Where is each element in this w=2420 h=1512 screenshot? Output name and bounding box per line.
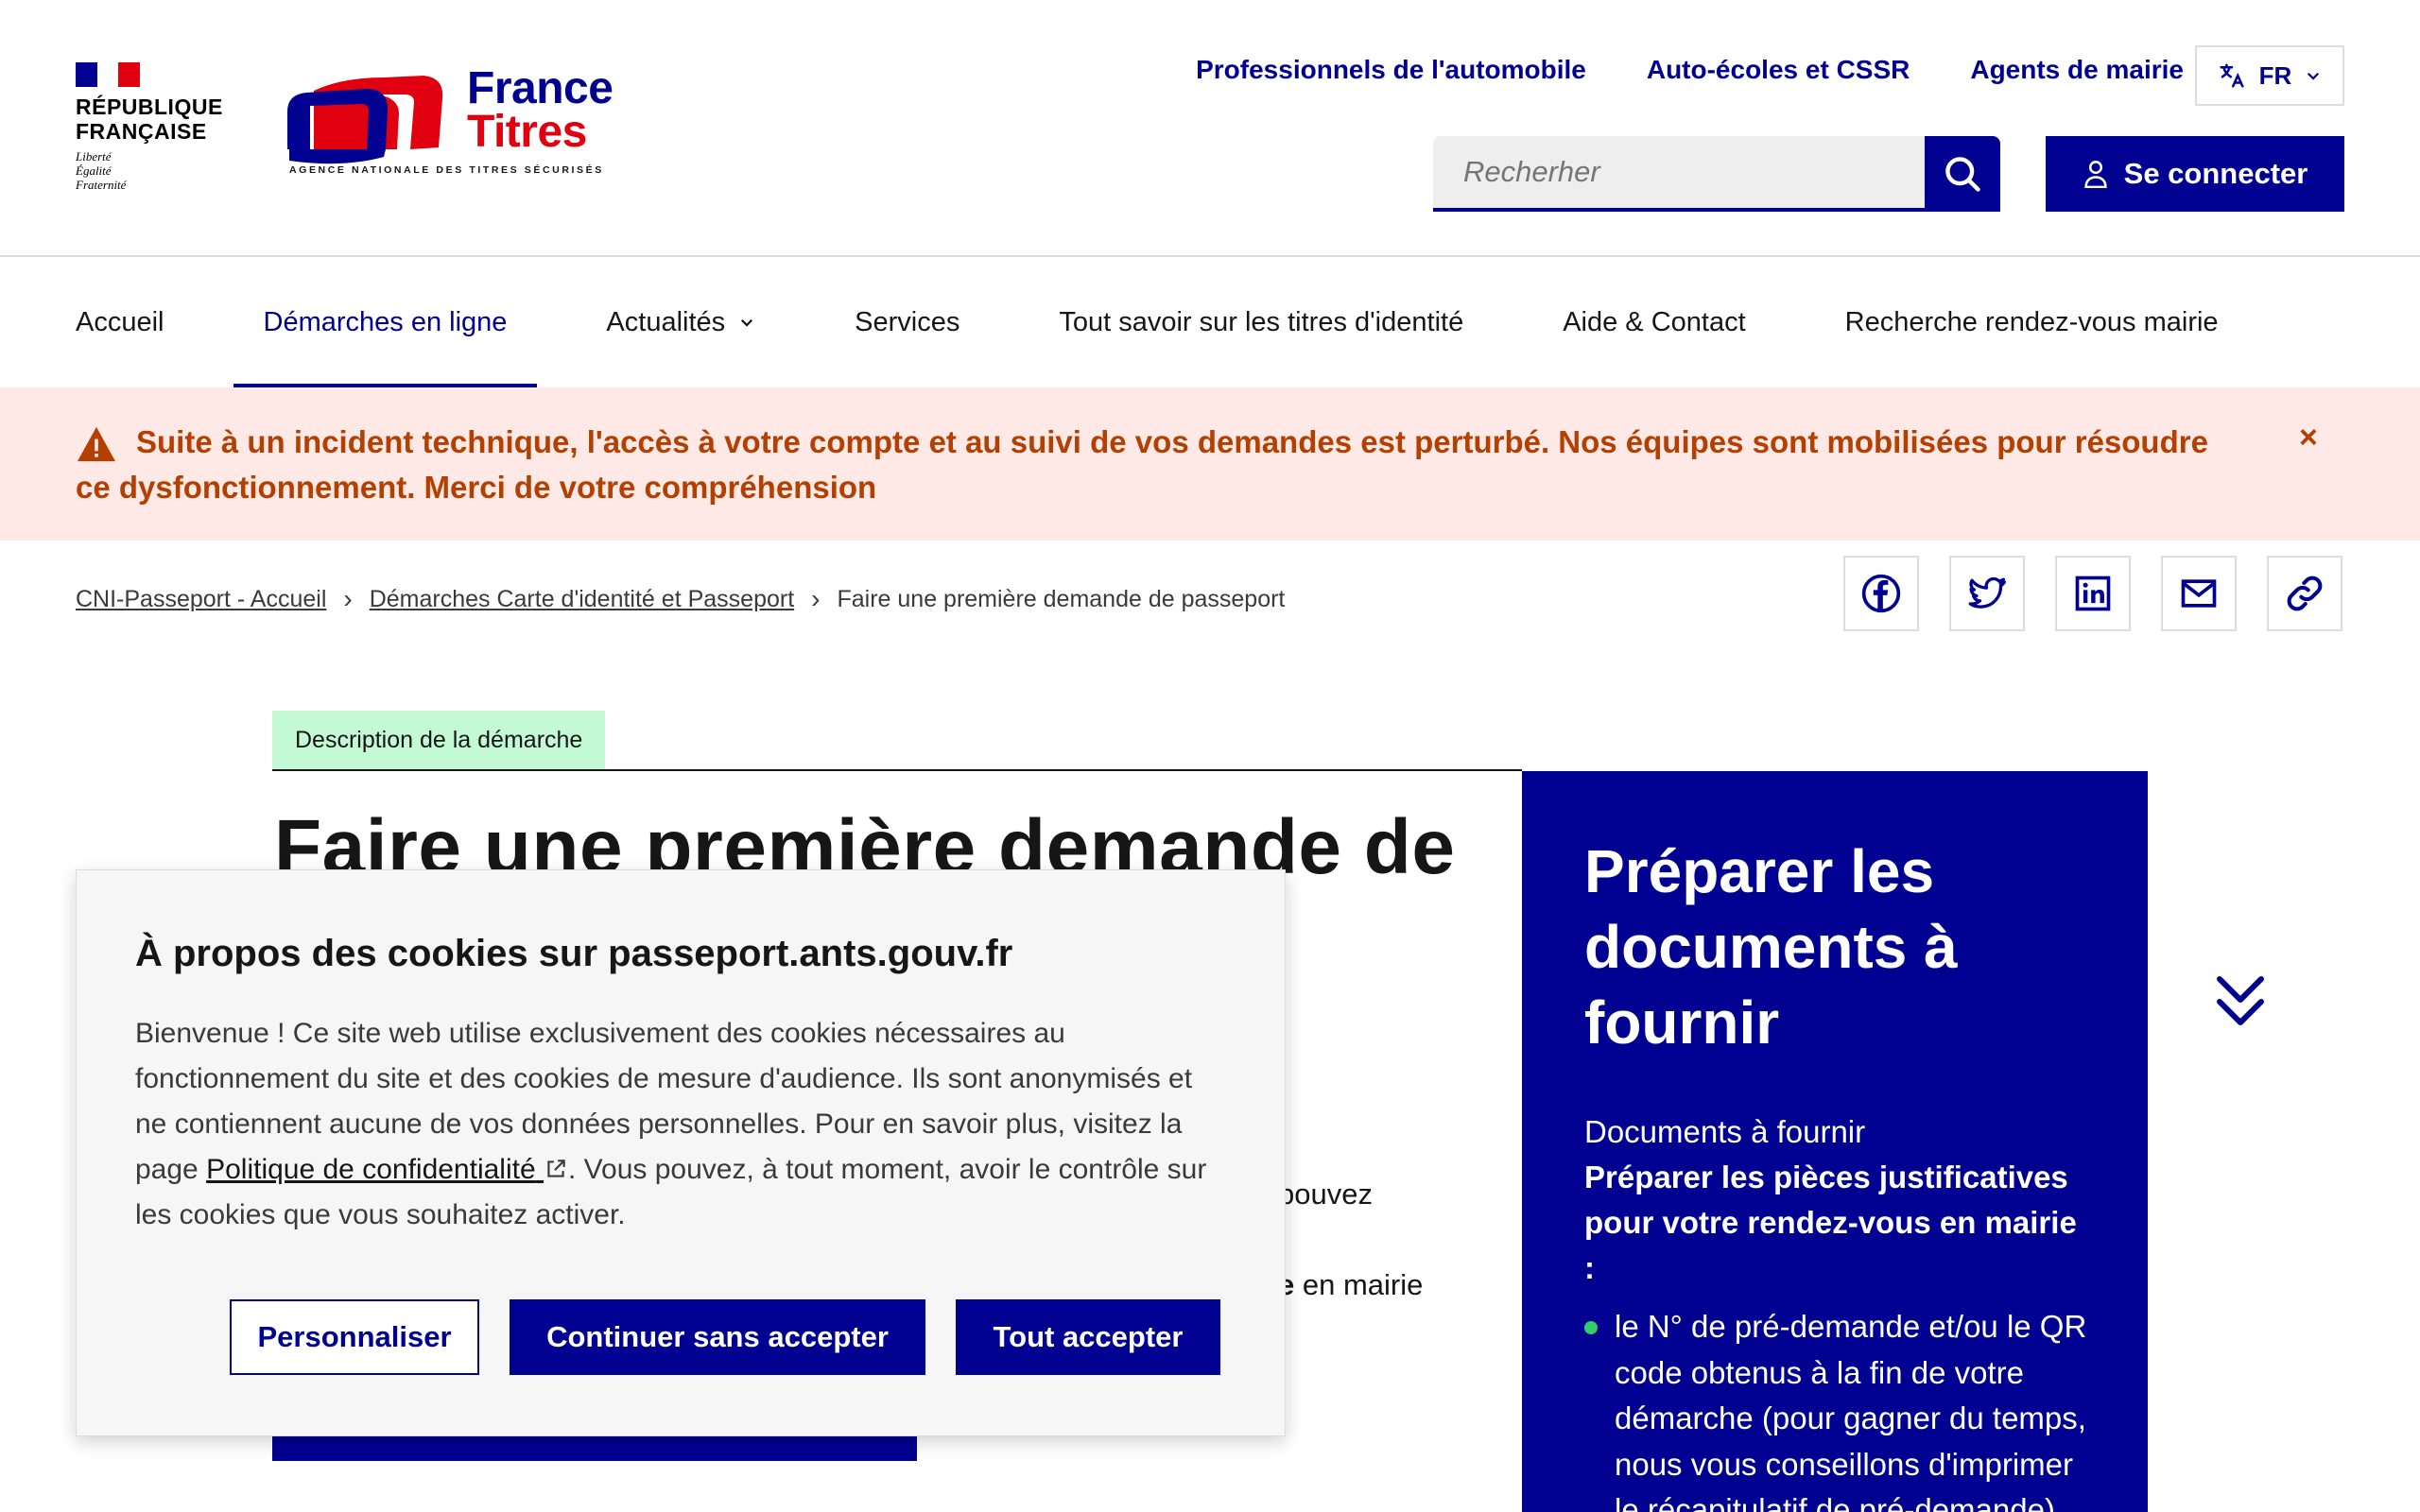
- breadcrumb-link-demarches[interactable]: Démarches Carte d'identité et Passeport: [370, 586, 794, 613]
- background-text-rest: en mairie: [1294, 1268, 1424, 1301]
- brand-titres: Titres: [467, 107, 587, 157]
- documents-list: le N° de pré-demande et/ou le QR code ob…: [1584, 1304, 2087, 1512]
- background-text-fragment-2: e en mairie: [1278, 1268, 1423, 1302]
- main-navigation: Accueil Démarches en ligne Actualités Se…: [0, 257, 2420, 387]
- france-titres-emblem-icon: [287, 76, 443, 164]
- documents-panel: Préparer les documents à fournir Documen…: [1522, 771, 2148, 1512]
- alert-close-button[interactable]: ×: [2299, 420, 2318, 456]
- chevron-down-icon: [741, 318, 753, 327]
- search-button[interactable]: [1925, 136, 2000, 212]
- nav-item-rendez-vous-mairie[interactable]: Recherche rendez-vous mairie: [1845, 257, 2219, 387]
- panel-strong-text: Préparer les pièces justificatives pour …: [1584, 1160, 2077, 1285]
- incident-alert: Suite à un incident technique, l'accès à…: [0, 387, 2420, 541]
- search-icon: [1945, 157, 1980, 192]
- login-label: Se connecter: [2123, 157, 2308, 190]
- translate-icon: [2220, 63, 2244, 88]
- nav-item-aide-contact[interactable]: Aide & Contact: [1563, 257, 1745, 387]
- chevron-right-icon: ›: [811, 584, 821, 613]
- republic-name-line2: FRANÇAISE: [76, 119, 207, 144]
- link-professionnels-automobile[interactable]: Professionnels de l'automobile: [1196, 55, 1586, 85]
- nav-item-demarches-en-ligne[interactable]: Démarches en ligne: [233, 257, 538, 387]
- link-agents-mairie[interactable]: Agents de mairie: [1970, 55, 2184, 85]
- nav-label: Services: [855, 306, 960, 337]
- motto-egalite: Égalité: [76, 163, 112, 178]
- nav-item-services[interactable]: Services: [855, 257, 959, 387]
- nav-label: Démarches en ligne: [263, 306, 508, 337]
- cookie-title: À propos des cookies sur passeport.ants.…: [135, 933, 1013, 974]
- share-facebook-button[interactable]: [1843, 556, 1919, 631]
- motto-fraternite: Fraternité: [76, 178, 127, 192]
- privacy-policy-label: Politique de confidentialité: [206, 1154, 536, 1185]
- mail-icon: [2181, 579, 2217, 608]
- link-auto-ecoles[interactable]: Auto-écoles et CSSR: [1647, 55, 1910, 85]
- language-code: FR: [2258, 60, 2292, 90]
- nav-label: Accueil: [76, 306, 164, 337]
- breadcrumb-link-accueil[interactable]: CNI-Passeport - Accueil: [76, 586, 326, 613]
- background-text-fragment: pouvez: [1278, 1177, 1373, 1211]
- continue-without-accepting-button[interactable]: Continuer sans accepter: [510, 1299, 925, 1375]
- login-button[interactable]: Se connecter: [2046, 136, 2344, 212]
- republic-name-line1: RÉPUBLIQUE: [76, 94, 223, 119]
- twitter-icon: [1968, 576, 2006, 609]
- list-item: le N° de pré-demande et/ou le QR code ob…: [1584, 1304, 2087, 1512]
- nav-label: Recherche rendez-vous mairie: [1844, 306, 2219, 337]
- share-buttons: [1843, 556, 2342, 631]
- warning-icon: [78, 426, 115, 462]
- double-chevron-down-icon[interactable]: [2216, 973, 2265, 1030]
- language-selector[interactable]: FR: [2195, 45, 2344, 106]
- marianne-flag-icon: [76, 62, 141, 87]
- nav-label: Tout savoir sur les titres d'identité: [1059, 306, 1464, 337]
- cookie-consent-dialog: À propos des cookies sur passeport.ants.…: [76, 869, 1286, 1436]
- facebook-icon: [1861, 574, 1901, 613]
- nav-label: Actualités: [606, 306, 726, 337]
- breadcrumb: CNI-Passeport - Accueil › Démarches Cart…: [76, 584, 1285, 614]
- share-twitter-button[interactable]: [1949, 556, 2025, 631]
- nav-item-accueil[interactable]: Accueil: [76, 257, 164, 387]
- republique-francaise-logo[interactable]: RÉPUBLIQUE FRANÇAISE Liberté Égalité Fra…: [76, 62, 236, 192]
- panel-title: Préparer les documents à fournir: [1584, 837, 1958, 1057]
- cookie-description: Bienvenue ! Ce site web utilise exclusiv…: [135, 1011, 1226, 1238]
- motto-liberte: Liberté: [76, 149, 112, 163]
- description-tag: Description de la démarche: [272, 711, 606, 769]
- accept-all-cookies-button[interactable]: Tout accepter: [956, 1299, 1220, 1375]
- nav-item-actualites[interactable]: Actualités: [606, 257, 755, 387]
- chevron-right-icon: ›: [343, 584, 353, 613]
- linkedin-icon: [2075, 576, 2111, 611]
- header-quick-links: Professionnels de l'automobile Auto-écol…: [1196, 55, 2184, 85]
- cookie-actions: Personnaliser Continuer sans accepter To…: [230, 1299, 1220, 1375]
- copy-link-button[interactable]: [2267, 556, 2342, 631]
- brand-france: France: [467, 63, 614, 113]
- share-mail-button[interactable]: [2161, 556, 2237, 631]
- alert-message: Suite à un incident technique, l'accès à…: [76, 424, 2208, 505]
- chevron-down-icon: [2308, 72, 2320, 80]
- nav-label: Aide & Contact: [1563, 306, 1746, 337]
- share-linkedin-button[interactable]: [2055, 556, 2131, 631]
- site-header: RÉPUBLIQUE FRANÇAISE Liberté Égalité Fra…: [0, 0, 2420, 257]
- panel-subtitle: Documents à fournir: [1584, 1114, 1866, 1149]
- nav-item-titres-identite[interactable]: Tout savoir sur les titres d'identité: [1059, 257, 1463, 387]
- external-link-icon: [547, 1160, 565, 1177]
- section-divider: [272, 769, 1522, 771]
- brand-tagline: AGENCE NATIONALE DES TITRES SÉCURISÉS: [289, 164, 604, 176]
- link-icon: [2287, 576, 2323, 611]
- user-icon: [2083, 161, 2107, 188]
- breadcrumb-current: Faire une première demande de passeport: [837, 585, 1286, 612]
- customize-cookies-button[interactable]: Personnaliser: [230, 1299, 479, 1375]
- france-titres-logo[interactable]: France Titres AGENCE NATIONALE DES TITRE…: [285, 66, 616, 180]
- search-input[interactable]: [1433, 136, 1925, 212]
- privacy-policy-link[interactable]: Politique de confidentialité: [206, 1154, 568, 1185]
